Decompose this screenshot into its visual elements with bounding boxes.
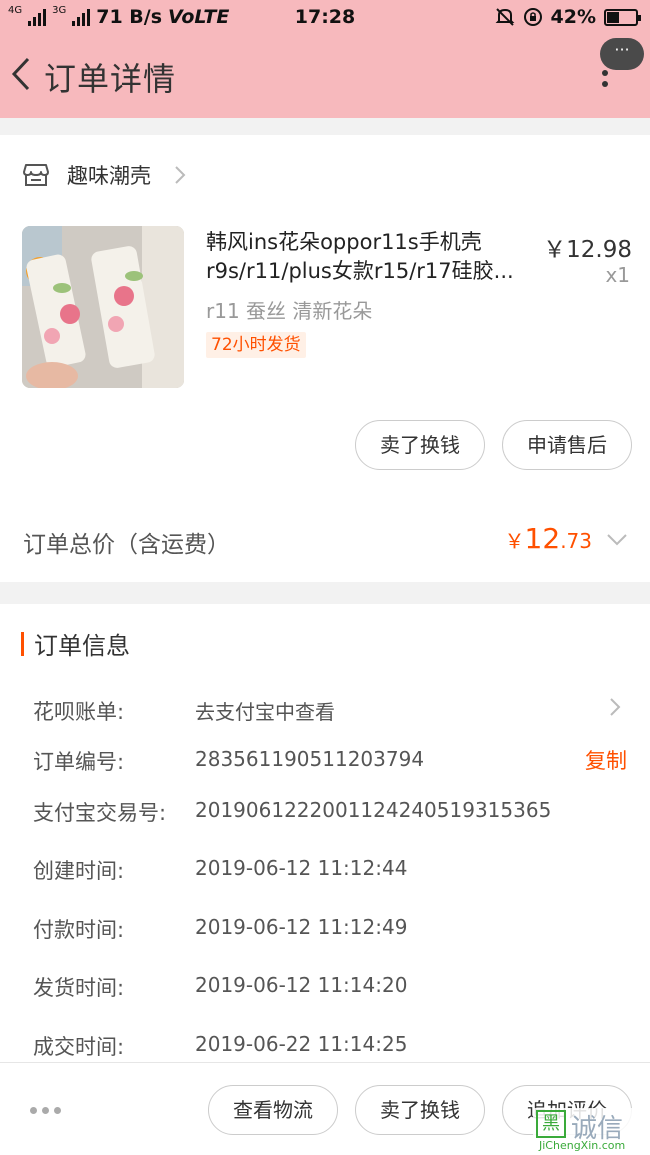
view-logistics-button[interactable]: 查看物流 [208,1085,338,1135]
paid-time-label: 付款时间: [33,918,125,942]
alipay-trade-label: 支付宝交易号: [33,801,167,825]
order-number: 283561190511203794 [195,747,425,771]
store-icon [23,164,49,186]
more-pill-button[interactable]: ··· [600,38,644,70]
total-currency: ￥ [504,529,525,553]
product-price: ￥12.98 [543,237,632,263]
status-bar: 4G 3G 71 B/s VoLTE 17:28 42% [0,0,650,36]
page-title: 订单详情 [44,60,177,98]
battery-icon [604,8,641,26]
battery-fill [607,11,619,23]
sell-for-cash-button[interactable]: 卖了换钱 [355,420,485,470]
watermark-en: JiChengXin.com [539,1139,626,1152]
sell-for-cash-button-bottom[interactable]: 卖了换钱 [355,1085,485,1135]
total-price: ￥12.73 [505,522,592,555]
product-image-illustration [22,226,184,388]
closed-time: 2019-06-22 11:14:25 [195,1032,408,1056]
after-sale-button[interactable]: 申请售后 [502,420,632,470]
total-decimal: .73 [560,529,592,553]
product-image[interactable] [22,226,184,388]
chevron-down-icon[interactable] [606,533,628,547]
alipay-trade-number: 2019061222001124240519315365 [195,798,552,822]
huabei-link[interactable]: 去支付宝中查看 [195,696,335,725]
shipped-time-label: 发货时间: [33,976,125,1000]
product-quantity: x1 [605,263,630,287]
header: 订单详情 ··· [0,36,650,118]
battery-percent: 42% [550,6,596,28]
rotation-lock-icon [523,8,542,26]
order-card: 趣味潮壳 韩风ins花朵oppor11s手机壳r9s/r11/plus女款r15… [0,135,650,582]
paid-time: 2019-06-12 11:12:49 [195,915,408,939]
watermark-logo: 黑 [536,1110,566,1138]
chevron-right-icon[interactable] [174,165,186,185]
product-sku: r11 蚕丝 清新花朵 [206,299,373,323]
product-title[interactable]: 韩风ins花朵oppor11s手机壳r9s/r11/plus女款r15/r17硅… [206,228,526,286]
store-name-link[interactable]: 趣味潮壳 [67,160,151,190]
kebab-menu-icon[interactable] [602,70,612,94]
closed-time-label: 成交时间: [33,1035,125,1059]
order-info-card: 订单信息 花呗账单: 去支付宝中查看 订单编号: 283561190511203… [0,604,650,1074]
mute-icon [495,8,514,26]
section-accent-bar [21,632,24,656]
total-label: 订单总价（含运费） [23,532,230,558]
chevron-right-icon[interactable] [609,697,621,717]
back-arrow-icon[interactable] [6,54,36,94]
section-title: 订单信息 [34,632,130,660]
site-watermark: 黑 诚信 JiChengXin.com [533,1108,650,1155]
shipped-time: 2019-06-12 11:14:20 [195,973,408,997]
order-number-label: 订单编号: [33,750,125,774]
shipping-tag: 72小时发货 [206,332,306,358]
copy-button[interactable]: 复制 [585,745,627,775]
status-right: 42% [495,6,641,28]
total-integer: 12 [524,522,561,555]
created-time-label: 创建时间: [33,859,125,883]
more-dots-icon[interactable] [30,1107,61,1114]
huabei-label: 花呗账单: [33,700,125,724]
created-time: 2019-06-12 11:12:44 [195,856,408,880]
